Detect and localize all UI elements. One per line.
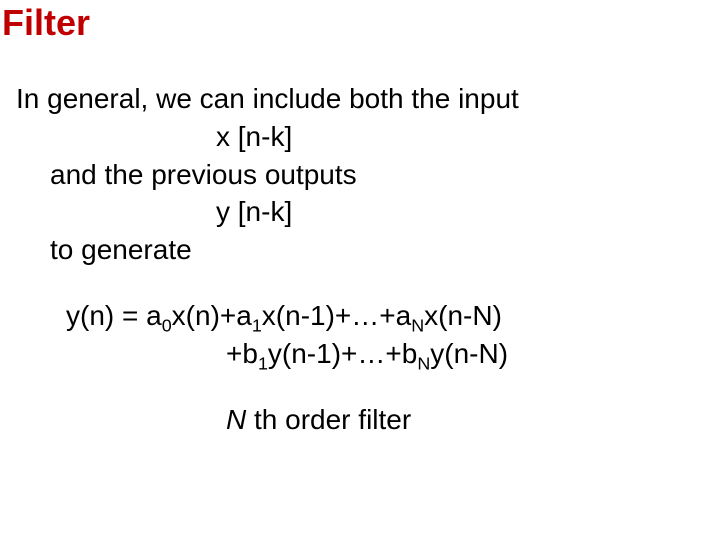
slide-title: Filter [2,2,90,44]
slide-body: In general, we can include both the inpu… [16,80,704,438]
equation-line-2: +b1y(n-1)+…+bNy(n-N) [16,335,704,373]
body-line-and: and the previous outputs [16,156,704,194]
equation-line-1: y(n) = a0x(n)+a1x(n-1)+…+aNx(n-N) [16,297,704,335]
eq-sub-a0: 0 [162,316,172,336]
equation-block: y(n) = a0x(n)+a1x(n-1)+…+aNx(n-N) +b1y(n… [16,297,704,373]
eq-sub-a1: 1 [252,316,262,336]
eq-sub-bN: N [417,353,430,373]
eq-aN-post: x(n-N) [424,300,502,331]
order-line: N th order filter [16,401,704,439]
eq-lhs: y(n) = a [66,300,162,331]
eq-sub-b1: 1 [258,353,268,373]
order-n-italic: N [226,404,246,435]
slide: { "title": "Filter", "body": { "line1": … [0,0,720,540]
body-x-expression: x [n-k] [16,118,704,156]
eq-b1-pre: +b [226,338,258,369]
body-line-generate: to generate [16,231,704,269]
eq-bN-pre: y(n-1)+…+b [268,338,417,369]
order-rest: th order filter [246,404,411,435]
eq-bN-post: y(n-N) [430,338,508,369]
eq-sub-aN: N [411,316,424,336]
eq-aN-pre: x(n-1)+…+a [262,300,411,331]
body-y-expression: y [n-k] [16,193,704,231]
body-line-intro: In general, we can include both the inpu… [16,80,704,118]
eq-a1-pre: x(n)+a [172,300,252,331]
